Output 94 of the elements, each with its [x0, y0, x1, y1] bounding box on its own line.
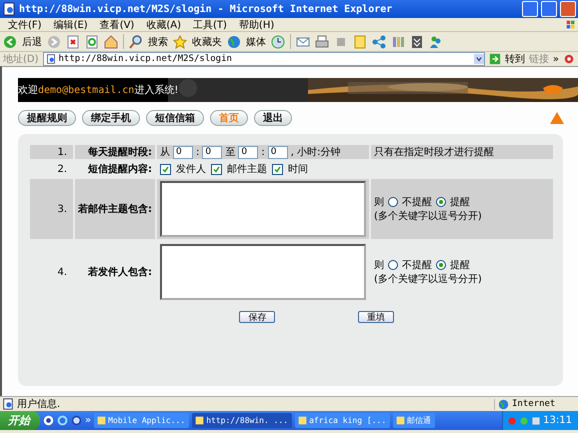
zone-text: Internet — [512, 399, 556, 409]
row-number: 3. — [30, 179, 73, 239]
field-label: 短信提醒内容: — [87, 162, 153, 176]
radio-label: 不提醒 — [402, 259, 432, 272]
window-title: http://88win.vicp.net/M2S/slogin - Microsoft Internet Explorer — [19, 4, 394, 14]
star-icon[interactable] — [173, 34, 187, 48]
minute-field[interactable]: 0 — [268, 146, 288, 158]
radio-label: 提醒 — [450, 259, 470, 272]
nav-tab[interactable]: 退出 — [254, 110, 292, 126]
status-text: 用户信息. — [17, 398, 60, 411]
menu-item[interactable]: 查看(V) — [94, 18, 140, 32]
field-label: 若发件人包含: — [86, 266, 153, 280]
nav-tab[interactable]: 绑定手机 — [82, 110, 140, 126]
share-icon[interactable] — [372, 34, 386, 48]
welcome-text: 欢迎demo@bestmail.cn进入系统! — [18, 84, 178, 97]
nav-tab[interactable]: 短信信箱 — [146, 110, 204, 126]
keyword-field[interactable] — [160, 181, 366, 237]
favorites-button[interactable]: 收藏夹 — [192, 34, 222, 48]
form-button[interactable]: 重填 — [358, 311, 394, 323]
browser-icon[interactable] — [71, 415, 82, 426]
close-button[interactable] — [560, 1, 576, 17]
to-label: 至 — [225, 146, 236, 159]
checkbox-label: 发件人 — [176, 163, 206, 176]
mail-icon[interactable] — [296, 34, 310, 48]
radio-button[interactable] — [436, 260, 446, 270]
form-button[interactable]: 保存 — [239, 311, 276, 323]
checkbox-label: 邮件主题 — [227, 162, 267, 176]
search-icon[interactable] — [129, 34, 143, 48]
refresh-icon[interactable] — [85, 34, 99, 48]
tray-icon[interactable] — [531, 416, 542, 426]
radio-label: 不提醒 — [402, 196, 432, 209]
media-button[interactable]: 媒体 — [246, 34, 266, 48]
hour-field[interactable]: 0 — [173, 146, 193, 158]
checkbox-label: 时间 — [288, 162, 308, 176]
field-label: 若邮件主题包含: — [75, 179, 155, 239]
more-button[interactable]: » — [552, 54, 559, 64]
globe-icon[interactable] — [498, 398, 509, 410]
search-button[interactable]: 搜索 — [148, 34, 168, 48]
stop-icon[interactable] — [66, 34, 80, 48]
menu-item[interactable]: 帮助(H) — [232, 18, 280, 32]
address-label: 地址(D) — [3, 52, 39, 66]
menu-item[interactable]: 文件(F) — [2, 18, 48, 32]
radio-button[interactable] — [388, 197, 398, 207]
window-icon — [97, 416, 106, 425]
dropdown-icon[interactable] — [474, 54, 484, 64]
radio-button[interactable] — [436, 197, 446, 207]
hint-text: 只有在指定时段才进行提醒 — [371, 145, 553, 159]
checkbox[interactable] — [160, 164, 171, 174]
minute-field[interactable]: 0 — [202, 146, 222, 158]
hour-field[interactable]: 0 — [238, 146, 258, 158]
back-button[interactable]: 后退 — [22, 34, 42, 48]
messenger-icon[interactable] — [429, 34, 443, 48]
row-number: 2. — [56, 162, 68, 176]
printer-icon[interactable] — [315, 34, 329, 48]
from-label: 从 — [160, 146, 170, 159]
then-label: 则 — [374, 259, 384, 272]
window-icon — [396, 416, 406, 425]
plugin-icon[interactable] — [563, 53, 575, 65]
field-label: 每天提醒时段: — [75, 145, 155, 159]
books-icon[interactable] — [391, 34, 405, 48]
hint-text: (多个关键字以逗号分开) — [374, 210, 483, 223]
checkbox[interactable] — [272, 164, 283, 174]
window-icon — [298, 416, 308, 425]
page-icon[interactable] — [46, 54, 56, 64]
radio-label: 提醒 — [450, 196, 470, 209]
back-icon[interactable] — [3, 34, 17, 48]
nav-tab[interactable]: 提醒规则 — [18, 110, 76, 126]
globe-icon[interactable] — [227, 34, 241, 48]
unit-label: , 小时:分钟 — [290, 146, 340, 159]
keyword-field[interactable] — [160, 244, 366, 300]
page-icon[interactable] — [2, 398, 14, 410]
hint-text: (多个关键字以逗号分开) — [374, 272, 483, 286]
menu-item[interactable]: 工具(T) — [187, 18, 233, 32]
more-button[interactable]: » — [85, 415, 92, 426]
menu-item[interactable]: 编辑(E) — [48, 18, 94, 32]
go-button[interactable]: 转到 — [504, 52, 525, 66]
time-separator: : — [261, 146, 265, 158]
address-field[interactable]: http://88win.vicp.net/M2S/slogin — [42, 52, 485, 66]
row-number: 1. — [30, 145, 73, 159]
maximize-button[interactable] — [541, 1, 557, 17]
time-separator: : — [196, 146, 200, 158]
then-label: 则 — [374, 196, 384, 209]
home-icon[interactable] — [104, 34, 118, 48]
menu-item[interactable]: 收藏(A) — [140, 18, 187, 32]
go-icon[interactable] — [488, 53, 501, 65]
minimize-button[interactable] — [522, 1, 538, 17]
window-icon — [195, 416, 204, 425]
checkbox[interactable] — [211, 164, 222, 174]
scroll-top-icon[interactable] — [550, 112, 564, 124]
page-icon[interactable] — [2, 2, 16, 16]
clock: 13:11 — [543, 415, 572, 426]
row-number: 4. — [56, 266, 68, 280]
radio-button[interactable] — [388, 260, 398, 270]
taskbar-button[interactable]: http://88win. ... — [192, 413, 292, 428]
